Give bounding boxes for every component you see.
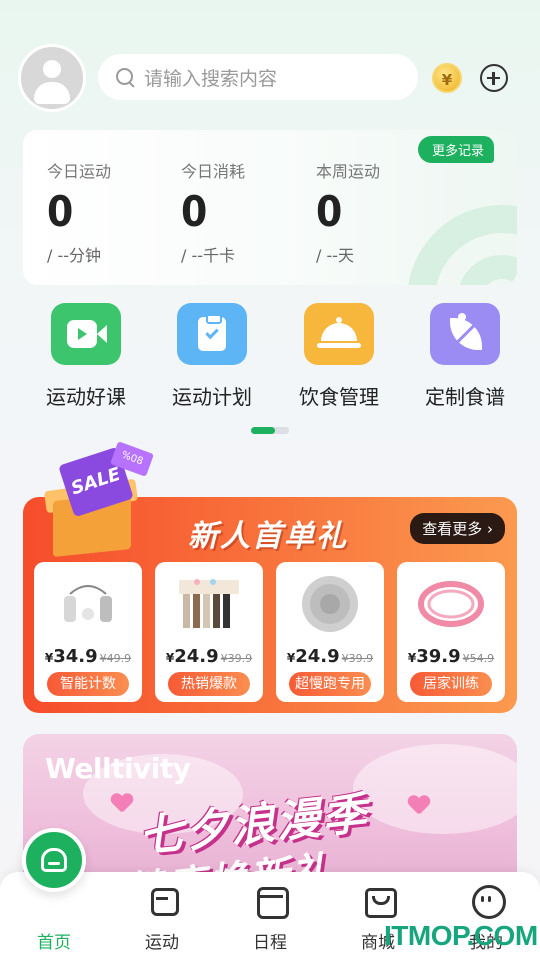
search-bar[interactable]: 请输入搜索内容: [98, 54, 418, 100]
view-more-button[interactable]: 查看更多 ›: [410, 513, 505, 544]
food-cloche-icon: [304, 303, 374, 365]
price-now: ¥24.9: [286, 646, 340, 667]
price-old: ¥39.9: [341, 652, 374, 665]
watermark: ITMOP.COM: [384, 920, 538, 951]
product-tag: 热销爆款: [168, 672, 250, 696]
product-card[interactable]: ¥39.9 ¥54.9 居家训练: [397, 562, 505, 702]
price-old: ¥54.9: [462, 652, 495, 665]
product-tag: 居家训练: [410, 672, 492, 696]
search-icon: [114, 66, 136, 88]
avatar-body-icon: [34, 82, 70, 104]
price-row: ¥24.9 ¥39.9: [155, 646, 263, 667]
add-icon[interactable]: [480, 64, 508, 92]
price-row: ¥39.9 ¥54.9: [397, 646, 505, 667]
cloud-decor: [353, 744, 517, 834]
sale-gift-box-icon: SALE %08: [35, 441, 165, 558]
quick-link-courses[interactable]: 运动好课: [31, 303, 141, 410]
price-value: 24.9: [174, 646, 219, 667]
avatar-head-icon: [43, 60, 61, 78]
product-card[interactable]: ¥24.9 ¥39.9 热销爆款: [155, 562, 263, 702]
resistance-bands-image: [179, 579, 239, 628]
stat-label: 今日消耗: [181, 162, 246, 181]
tab-label: 首页: [37, 933, 71, 953]
quick-link-diet[interactable]: 饮食管理: [284, 303, 394, 410]
price-value: 34.9: [53, 646, 98, 667]
header: 请输入搜索内容 ¥: [0, 0, 540, 125]
quick-link-label: 饮食管理: [299, 385, 379, 409]
price-now: ¥24.9: [165, 646, 219, 667]
dumbbell-icon: [147, 884, 179, 916]
heart-icon: [408, 796, 430, 816]
price-row: ¥24.9 ¥39.9: [276, 646, 384, 667]
tab-label: 运动: [145, 933, 179, 953]
pink-rope-image: [418, 581, 484, 627]
quick-link-label: 运动计划: [172, 385, 252, 409]
stat-week-exercise: 本周运动 0 / --天: [316, 158, 380, 266]
home-icon: [41, 848, 67, 872]
avatar[interactable]: [18, 44, 86, 112]
tab-label: 日程: [253, 933, 287, 953]
product-tag: 超慢跑专用: [289, 672, 371, 696]
price-now: ¥39.9: [407, 646, 461, 667]
quick-links: 运动好课 运动计划 饮食管理 定制食谱: [0, 303, 540, 423]
search-placeholder: 请输入搜索内容: [144, 67, 278, 90]
stat-unit: / --千卡: [181, 246, 236, 265]
home-icon-line: [48, 862, 60, 865]
heart-icon: [111, 794, 133, 814]
stat-value: 0: [316, 187, 343, 236]
page-indicator-active: [251, 427, 275, 434]
activity-stats-card[interactable]: 更多记录 今日运动 0 / --分钟 今日消耗 0 / --千卡 本周运动 0 …: [23, 130, 517, 285]
stat-today-exercise: 今日运动 0 / --分钟: [47, 158, 111, 266]
price-old: ¥49.9: [99, 652, 132, 665]
more-records-button[interactable]: 更多记录: [417, 136, 494, 163]
calendar-icon: [255, 884, 289, 919]
product-card[interactable]: ¥34.9 ¥49.9 智能计数: [34, 562, 142, 702]
quick-link-plan[interactable]: 运动计划: [157, 303, 267, 410]
product-card[interactable]: ¥24.9 ¥39.9 超慢跑专用: [276, 562, 384, 702]
stat-unit: / --天: [316, 246, 355, 265]
price-old: ¥39.9: [220, 652, 253, 665]
promo-title: 新人首单礼: [188, 519, 348, 554]
brand-logo: Welltivity: [45, 752, 191, 785]
leaf-icon: [430, 303, 500, 365]
page-indicator: [251, 427, 289, 434]
smart-jump-rope-image: [64, 585, 112, 622]
product-tag: 智能计数: [47, 672, 129, 696]
quick-link-label: 运动好课: [46, 385, 126, 409]
qixi-banner[interactable]: Welltivity 七夕浪漫季 健康焕新礼: [23, 734, 517, 884]
quick-link-label: 定制食谱: [425, 385, 505, 409]
shopping-bag-icon: [363, 884, 397, 918]
stat-label: 本周运动: [316, 162, 381, 181]
new-user-promo[interactable]: SALE %08 新人首单礼 查看更多 › ¥34.9 ¥49.9 智能计数 ¥2…: [23, 441, 517, 713]
stat-today-calories: 今日消耗 0 / --千卡: [181, 158, 245, 266]
coin-icon[interactable]: ¥: [432, 63, 462, 93]
video-play-icon: [51, 303, 121, 365]
home-fab-button[interactable]: [22, 828, 86, 892]
stat-value: 0: [47, 187, 74, 236]
price-row: ¥34.9 ¥49.9: [34, 646, 142, 667]
stat-label: 今日运动: [47, 162, 112, 181]
quick-link-recipes[interactable]: 定制食谱: [410, 303, 520, 410]
stat-unit: / --分钟: [47, 246, 102, 265]
clipboard-check-icon: [177, 303, 247, 365]
silent-mat-image: [302, 576, 358, 632]
face-icon: [471, 884, 506, 919]
price-value: 24.9: [295, 646, 340, 667]
price-now: ¥34.9: [44, 646, 98, 667]
price-value: 39.9: [416, 646, 461, 667]
stat-value: 0: [181, 187, 208, 236]
